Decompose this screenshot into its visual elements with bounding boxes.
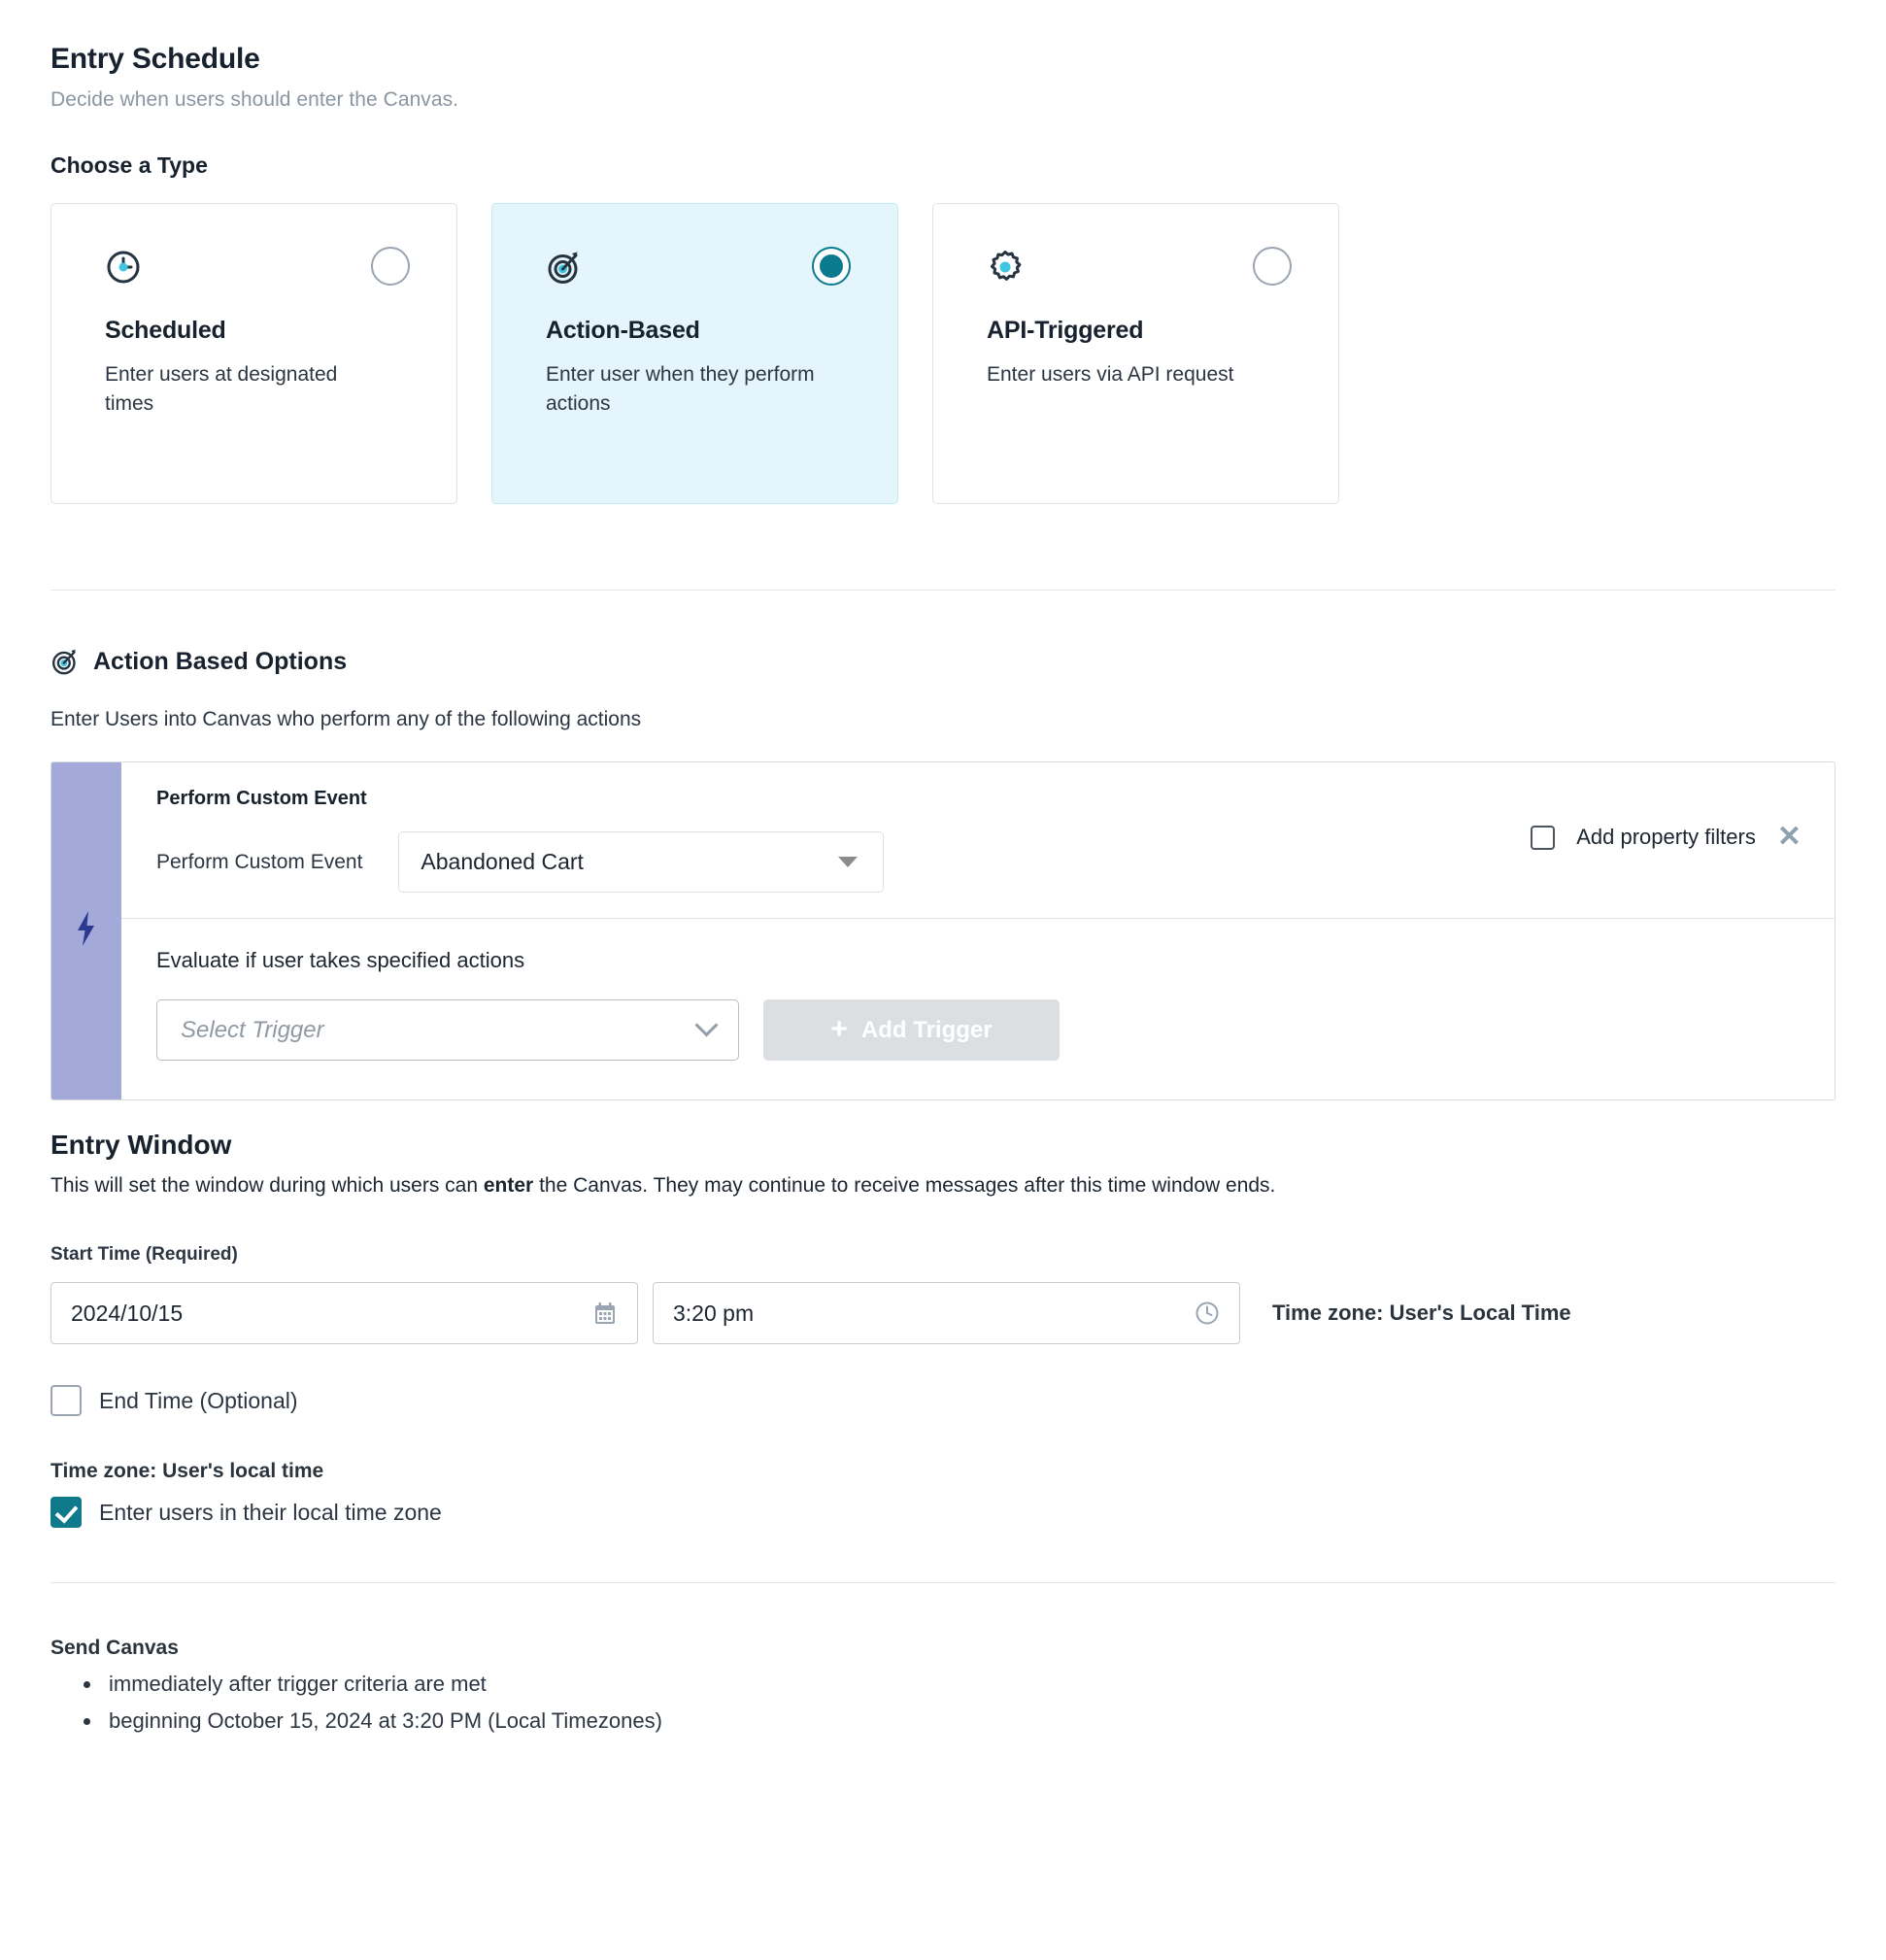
lightning-bolt-icon [74, 909, 99, 953]
choose-a-type-heading: Choose a Type [51, 152, 208, 178]
custom-event-select[interactable]: Abandoned Cart [398, 831, 885, 893]
entry-window-description: This will set the window during which us… [51, 1174, 1835, 1198]
add-property-filters-checkbox[interactable] [1531, 825, 1556, 850]
close-icon[interactable]: ✕ [1777, 823, 1802, 852]
start-time-value: 3:20 pm [673, 1300, 755, 1326]
send-canvas-title: Send Canvas [51, 1637, 179, 1659]
type-card-action-based[interactable]: Action-Based Enter user when they perfor… [491, 203, 898, 504]
target-icon-small [51, 647, 80, 676]
local-timezone-label: Enter users in their local time zone [99, 1499, 442, 1525]
end-time-row: End Time (Optional) [51, 1385, 1835, 1416]
action-based-options-title: Action Based Options [93, 647, 348, 675]
type-card-title: API-Triggered [987, 317, 1144, 344]
trigger-accent-bar [51, 762, 121, 1099]
type-card-description: Enter users at designated times [105, 363, 338, 416]
action-based-options-header: Action Based Options [51, 647, 1835, 676]
type-card-description: Enter user when they perform actions [546, 363, 815, 416]
type-card-group: Scheduled Enter users at designated time… [51, 203, 1835, 504]
entry-window-title: Entry Window [51, 1130, 232, 1160]
type-card-api-triggered[interactable]: API-Triggered Enter users via API reques… [932, 203, 1339, 504]
plus-icon: + [830, 1012, 848, 1045]
evaluate-actions-text: Evaluate if user takes specified actions [156, 948, 525, 972]
type-card-description: Enter users via API request [987, 363, 1234, 386]
type-card-scheduled[interactable]: Scheduled Enter users at designated time… [51, 203, 457, 504]
local-timezone-row: Enter users in their local time zone [51, 1497, 1835, 1528]
clock-icon [105, 249, 142, 286]
end-time-checkbox[interactable] [51, 1385, 82, 1416]
clock-icon-field[interactable] [1195, 1301, 1220, 1326]
radio-action-based[interactable] [812, 247, 851, 286]
entry-schedule-page: Entry Schedule Decide when users should … [0, 0, 1886, 1960]
start-time-row: 2024/10/15 3:20 pm Time zone: User's Loc… [51, 1282, 1835, 1344]
add-trigger-label: Add Trigger [860, 1016, 993, 1043]
evaluate-actions-row: Evaluate if user takes specified actions… [121, 919, 1835, 1099]
page-title: Entry Schedule [51, 43, 260, 75]
target-icon [546, 249, 583, 286]
local-timezone-checkbox[interactable] [51, 1497, 82, 1528]
end-time-label: End Time (Optional) [99, 1387, 298, 1413]
add-trigger-button[interactable]: + Add Trigger [763, 999, 1060, 1061]
timezone-heading: Time zone: User's local time [51, 1460, 324, 1482]
start-date-value: 2024/10/15 [71, 1300, 184, 1326]
start-time-input[interactable]: 3:20 pm [653, 1282, 1240, 1344]
send-canvas-list: immediately after trigger criteria are m… [51, 1672, 1835, 1734]
ew-desc-post: the Canvas. They may continue to receive… [533, 1174, 1276, 1197]
radio-api-triggered[interactable] [1253, 247, 1292, 286]
list-item: beginning October 15, 2024 at 3:20 PM (L… [103, 1708, 1835, 1734]
add-property-filters-label: Add property filters [1576, 825, 1756, 849]
trigger-panel-body: Perform Custom Event Perform Custom Even… [121, 762, 1835, 1099]
divider-top [51, 590, 1835, 591]
start-time-label: Start Time (Required) [51, 1244, 238, 1265]
calendar-icon[interactable] [592, 1301, 618, 1326]
select-trigger-dropdown[interactable]: Select Trigger [156, 999, 739, 1061]
type-card-title: Action-Based [546, 317, 700, 344]
timezone-inline-label: Time zone: User's Local Time [1272, 1301, 1571, 1325]
perform-custom-event-label: Perform Custom Event [156, 850, 363, 873]
chevron-down-icon [694, 1013, 719, 1037]
ew-desc-bold: enter [483, 1174, 534, 1197]
radio-scheduled[interactable] [371, 247, 410, 286]
list-item: immediately after trigger criteria are m… [103, 1672, 1835, 1697]
divider-bottom [51, 1582, 1835, 1583]
custom-event-select-value: Abandoned Cart [421, 849, 584, 874]
perform-custom-event-row: Perform Custom Event Perform Custom Even… [121, 762, 1835, 919]
trigger-panel: Perform Custom Event Perform Custom Even… [51, 761, 1835, 1100]
type-card-title: Scheduled [105, 317, 226, 344]
start-date-input[interactable]: 2024/10/15 [51, 1282, 638, 1344]
page-subtitle: Decide when users should enter the Canva… [51, 88, 459, 111]
caret-down-icon [838, 857, 859, 867]
action-based-options-subtitle: Enter Users into Canvas who perform any … [51, 708, 642, 730]
gear-icon [987, 249, 1024, 286]
perform-custom-event-title: Perform Custom Event [156, 788, 367, 809]
ew-desc-pre: This will set the window during which us… [51, 1174, 484, 1197]
select-trigger-placeholder: Select Trigger [181, 1016, 324, 1043]
